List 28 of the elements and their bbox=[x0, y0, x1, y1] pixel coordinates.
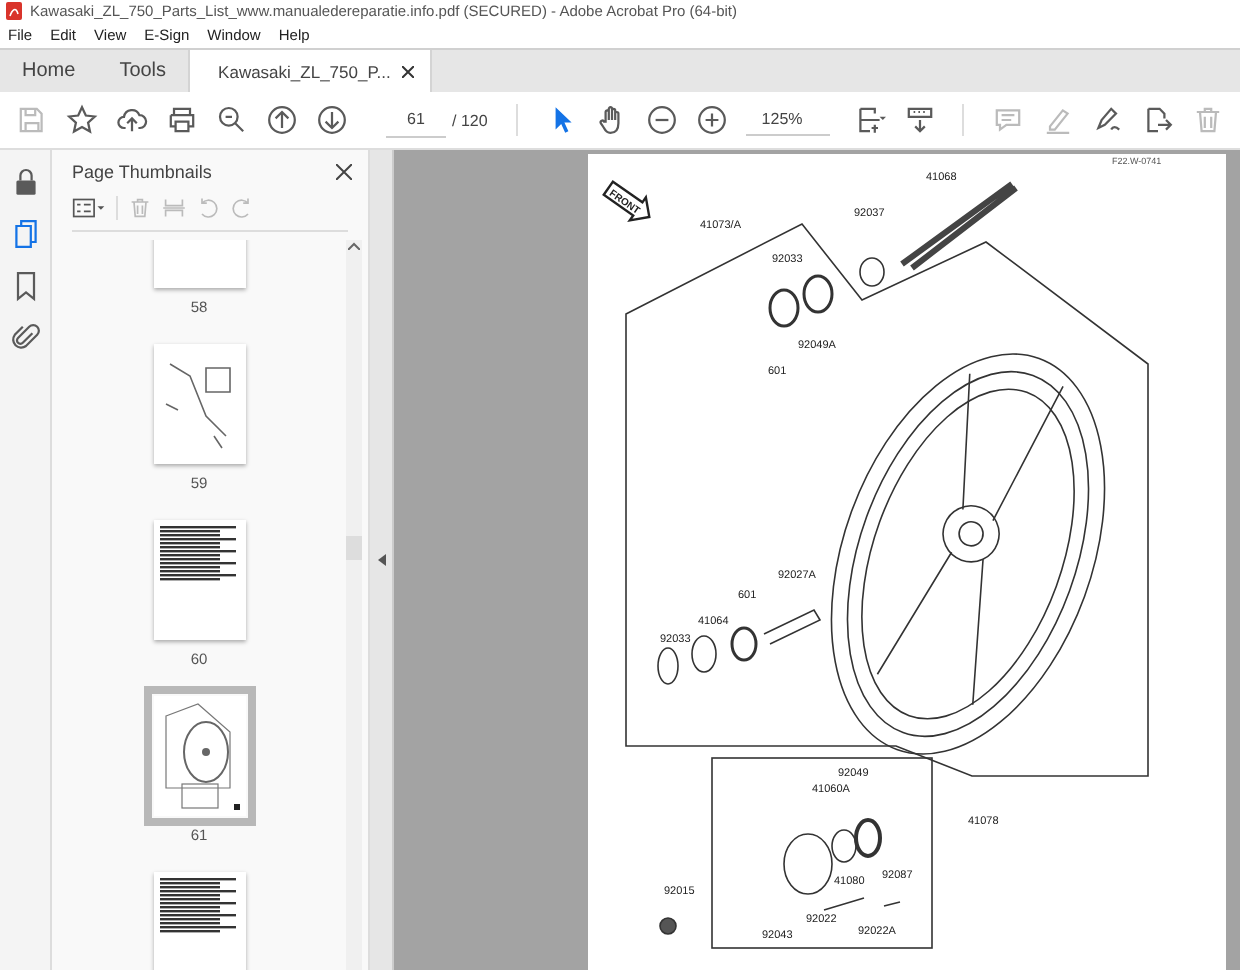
page-thumbnail[interactable] bbox=[153, 872, 245, 970]
scroll-mode-icon[interactable] bbox=[903, 104, 936, 136]
collapse-panel-handle[interactable] bbox=[370, 150, 394, 970]
fit-page-icon[interactable] bbox=[853, 104, 886, 136]
page-thumbnail[interactable] bbox=[153, 344, 245, 464]
close-icon[interactable] bbox=[336, 164, 352, 180]
page-thumbnail[interactable] bbox=[153, 520, 245, 640]
zoom-search-icon[interactable] bbox=[216, 104, 248, 136]
star-icon[interactable] bbox=[66, 104, 98, 136]
cloud-upload-icon[interactable] bbox=[116, 104, 148, 136]
paperclip-icon[interactable] bbox=[9, 322, 41, 354]
share-document-icon[interactable] bbox=[1141, 104, 1174, 136]
printer-icon[interactable] bbox=[166, 104, 198, 136]
scroll-up-icon[interactable] bbox=[348, 242, 360, 250]
options-menu-icon[interactable] bbox=[72, 196, 106, 220]
zoom-in-icon[interactable] bbox=[695, 104, 728, 136]
nav-tab[interactable]: Tools bbox=[97, 50, 189, 92]
document-tab[interactable]: Kawasaki_ZL_750_P... bbox=[188, 50, 433, 92]
zoom-dropdown[interactable]: 125% bbox=[745, 105, 830, 135]
pages-icon[interactable] bbox=[9, 218, 41, 250]
panel-title: Page Thumbnails bbox=[72, 162, 212, 182]
page-count: / 120 bbox=[452, 111, 488, 129]
pen-sign-icon[interactable] bbox=[1091, 104, 1124, 136]
zoom-out-icon[interactable] bbox=[645, 104, 678, 136]
scrollbar-thumb[interactable] bbox=[346, 536, 362, 560]
nav-tab[interactable]: Home bbox=[0, 50, 98, 92]
close-icon[interactable] bbox=[402, 65, 415, 77]
page-thumbnail[interactable] bbox=[153, 696, 245, 816]
